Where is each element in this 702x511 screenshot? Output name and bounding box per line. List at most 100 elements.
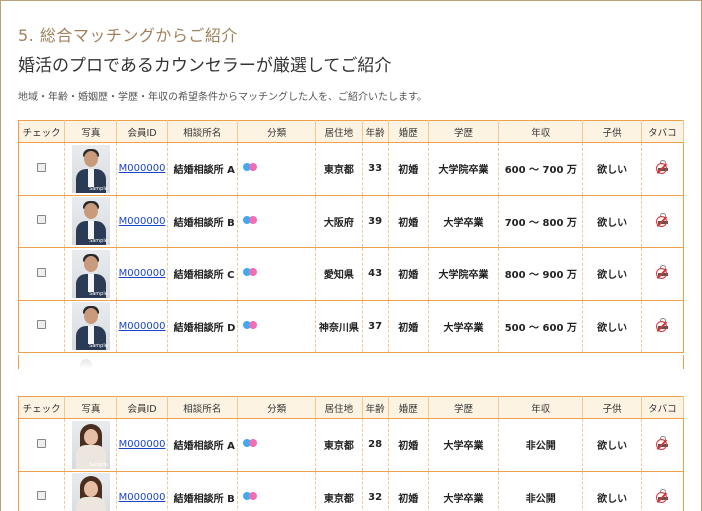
tobacco-cell	[641, 247, 685, 301]
no-smoking-icon	[655, 212, 669, 227]
category-dots-icon	[242, 320, 257, 332]
match-table-women: チェック 写真 会員ID 相談所名 分類 居住地 年齢 婚歴 学歴 年収 子供 タバコ Sample M…	[18, 396, 685, 511]
marital-status: 初婚	[388, 300, 429, 353]
column-header: 年収	[498, 120, 584, 143]
category-dots-icon	[242, 268, 257, 279]
income: 700 ～ 800 万	[498, 195, 584, 248]
category-dots-icon	[242, 215, 257, 227]
member-id-cell: M000000	[116, 418, 168, 472]
age: 43	[362, 247, 389, 301]
member-id-cell: M000000	[116, 300, 168, 353]
member-photo[interactable]: Sample	[71, 249, 110, 298]
age: 39	[362, 195, 389, 248]
check-cell	[18, 471, 66, 511]
photo-watermark: Sample	[89, 238, 108, 245]
photo-cell: Sample	[64, 142, 118, 196]
residence: 大阪府	[315, 195, 363, 248]
category-cell	[237, 142, 317, 196]
column-header: 婚歴	[388, 120, 429, 143]
member-photo[interactable]: Sample	[71, 473, 110, 511]
tobacco-cell	[641, 195, 685, 248]
table-row: Sample M000000 結婚相談所 B 大阪府 39 初婚 大学卒業 700 ～ 800…	[18, 195, 685, 248]
children: 欲しい	[582, 471, 642, 511]
section-heading: 婚活のプロであるカウンセラーが厳選してご紹介	[18, 56, 392, 76]
member-id-cell: M000000	[116, 195, 168, 248]
photo-cell: Sample	[64, 300, 118, 353]
column-header: タバコ	[641, 120, 685, 143]
column-header: 年収	[498, 396, 584, 419]
section-description: 地域・年齢・婚姻歴・学歴・年収の希望条件からマッチングした人を、ご紹介いたします…	[18, 92, 427, 103]
select-checkbox[interactable]	[37, 438, 47, 448]
check-cell	[18, 142, 66, 196]
table-row: Sample M000000 結婚相談所 D 神奈川県 37 初婚 大学卒業 500 ～ 60…	[18, 300, 685, 353]
children: 欲しい	[582, 247, 642, 301]
member-photo[interactable]: Sample	[71, 144, 110, 193]
member-id-link[interactable]: M000000	[119, 321, 166, 332]
select-checkbox[interactable]	[37, 162, 47, 172]
table-header-row: チェック 写真 会員ID 相談所名 分類 居住地 年齢 婚歴 学歴 年収 子供 タバコ	[18, 120, 685, 143]
agency-name: 結婚相談所 A	[167, 418, 238, 472]
residence: 東京都	[315, 471, 363, 511]
tobacco-cell	[641, 418, 685, 472]
column-header: 相談所名	[167, 120, 238, 143]
column-header: 分類	[237, 120, 317, 143]
column-header: 会員ID	[116, 120, 168, 143]
residence: 東京都	[315, 142, 363, 196]
residence: 愛知県	[315, 247, 363, 301]
table-row: Sample M000000結婚相談所 B 東京都32初婚大学卒業非公開欲しい	[18, 471, 685, 511]
member-photo[interactable]: Sample	[71, 302, 110, 351]
no-smoking-icon	[655, 317, 669, 332]
income: 500 ～ 600 万	[498, 300, 584, 353]
education: 大学卒業	[428, 471, 500, 511]
select-checkbox[interactable]	[37, 491, 47, 501]
age: 37	[362, 300, 389, 353]
education: 大学卒業	[428, 418, 500, 472]
member-id-link[interactable]: M000000	[119, 216, 166, 227]
member-id-link[interactable]: M000000	[119, 439, 166, 450]
category-cell	[237, 247, 317, 301]
member-id-cell: M000000	[116, 247, 168, 301]
member-photo[interactable]: Sample	[71, 420, 110, 469]
column-header: 相談所名	[167, 396, 238, 419]
tobacco-cell	[641, 300, 685, 353]
agency-name: 結婚相談所 A	[167, 142, 238, 196]
marital-status: 初婚	[388, 471, 429, 511]
category-cell	[237, 471, 317, 511]
photo-watermark: Sample	[89, 461, 108, 468]
marital-status: 初婚	[388, 142, 429, 196]
education: 大学院卒業	[428, 247, 500, 301]
income: 800 ～ 900 万	[498, 247, 584, 301]
age: 32	[362, 471, 389, 511]
category-cell	[237, 300, 317, 353]
category-dots-icon	[242, 439, 257, 450]
member-photo[interactable]: Sample	[71, 197, 110, 246]
column-header: 年齢	[362, 120, 389, 143]
column-header: 居住地	[315, 396, 363, 419]
age: 33	[362, 142, 389, 196]
age: 28	[362, 418, 389, 472]
education: 大学卒業	[428, 300, 500, 353]
column-header: チェック	[18, 396, 66, 419]
member-id-cell: M000000	[116, 142, 168, 196]
category-dots-icon	[242, 163, 257, 174]
residence: 東京都	[315, 418, 363, 472]
residence: 神奈川県	[315, 300, 363, 353]
table-row: Sample M000000 結婚相談所 C 愛知県 43 初婚 大学院卒業 800 ～ 90…	[18, 247, 685, 301]
marital-status: 初婚	[388, 418, 429, 472]
member-id-link[interactable]: M000000	[119, 492, 166, 503]
column-header: タバコ	[641, 396, 685, 419]
member-id-link[interactable]: M000000	[119, 163, 166, 174]
income: 非公開	[498, 418, 584, 472]
photo-watermark: Sample	[89, 343, 108, 350]
column-header: 居住地	[315, 120, 363, 143]
select-checkbox[interactable]	[37, 320, 47, 330]
education: 大学卒業	[428, 195, 500, 248]
column-header: 会員ID	[116, 396, 168, 419]
no-smoking-icon	[655, 265, 669, 280]
select-checkbox[interactable]	[37, 215, 47, 225]
member-id-link[interactable]: M000000	[119, 268, 166, 279]
tobacco-cell	[641, 471, 685, 511]
select-checkbox[interactable]	[37, 267, 47, 277]
table-row: Sample M000000 結婚相談所 A 東京都 33 初婚 大学院卒業 600 ～ 70…	[18, 142, 685, 196]
income: 600 ～ 700 万	[498, 142, 584, 196]
